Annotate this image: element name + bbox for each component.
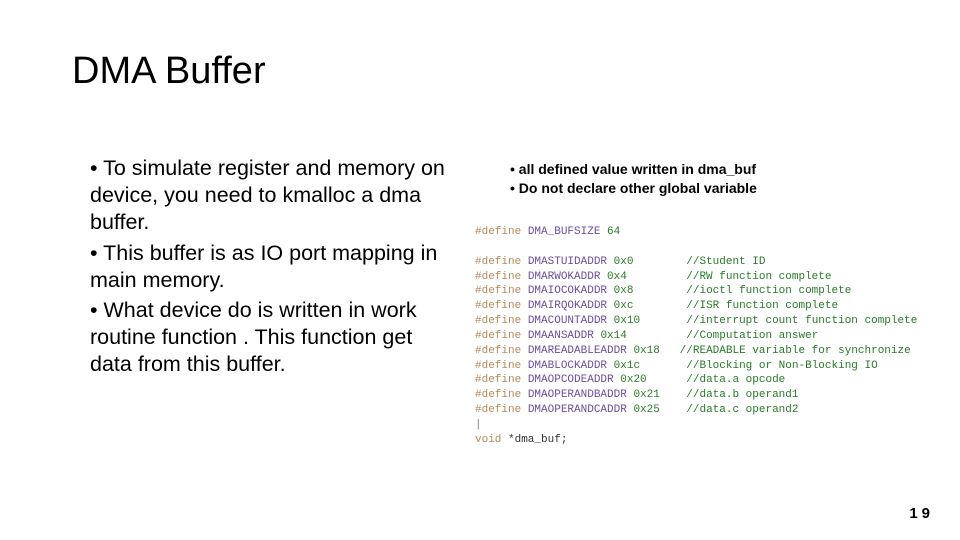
code-keyword: #define <box>475 256 521 268</box>
code-macro: DMABLOCKADDR <box>521 360 607 372</box>
slide: DMA Buffer • To simulate register and me… <box>0 0 960 540</box>
code-comment: //RW function complete <box>627 271 832 283</box>
code-number: 0x8 <box>607 285 633 297</box>
code-type: void <box>475 434 501 446</box>
code-comment: //ioctl function complete <box>633 285 851 297</box>
bullet-item: • What device do is written in work rout… <box>90 297 450 378</box>
note-item: all defined value written in dma_buf <box>510 160 910 179</box>
code-macro: DMAOPERANDCADDR <box>521 404 627 416</box>
code-keyword: #define <box>475 345 521 357</box>
code-keyword: #define <box>475 315 521 327</box>
code-identifier: *dma_buf; <box>501 434 567 446</box>
bullet-text: What device do is written in work routin… <box>90 298 417 376</box>
code-keyword: #define <box>475 226 521 238</box>
slide-title: DMA Buffer <box>72 50 266 93</box>
code-macro: DMA_BUFSIZE <box>521 226 600 238</box>
code-macro: DMAANSADDR <box>521 330 594 342</box>
code-number: 0x25 <box>627 404 660 416</box>
code-number: 0xc <box>607 300 633 312</box>
code-comment: //data.b operand1 <box>660 389 799 401</box>
bullet-item: • This buffer is as IO port mapping in m… <box>90 240 450 294</box>
code-number: 0x20 <box>614 374 647 386</box>
bullet-text: To simulate register and memory on devic… <box>90 156 445 234</box>
code-number: 0x10 <box>607 315 640 327</box>
bullet-item: • To simulate register and memory on dev… <box>90 155 450 236</box>
code-comment: //data.a opcode <box>647 374 786 386</box>
page-number: 19 <box>909 505 934 522</box>
code-number: 0x0 <box>607 256 633 268</box>
code-number: 0x1c <box>607 360 640 372</box>
code-macro: DMARWOKADDR <box>521 271 600 283</box>
code-comment: //Blocking or Non-Blocking IO <box>640 360 878 372</box>
code-comment: //ISR function complete <box>633 300 838 312</box>
code-macro: DMASTUIDADDR <box>521 256 607 268</box>
code-comment: //Student ID <box>633 256 765 268</box>
code-keyword: #define <box>475 360 521 372</box>
code-number: 0x18 <box>627 345 660 357</box>
code-keyword: #define <box>475 404 521 416</box>
code-macro: DMAIOCOKADDR <box>521 285 607 297</box>
left-column: • To simulate register and memory on dev… <box>90 155 450 382</box>
code-macro: DMACOUNTADDR <box>521 315 607 327</box>
code-comment: //interrupt count function complete <box>640 315 917 327</box>
code-number: 0x4 <box>600 271 626 283</box>
code-comment: //READABLE variable for synchronize <box>660 345 911 357</box>
code-keyword: #define <box>475 330 521 342</box>
code-comment: //Computation answer <box>627 330 818 342</box>
code-keyword: #define <box>475 285 521 297</box>
code-number: 0x14 <box>594 330 627 342</box>
code-keyword: #define <box>475 300 521 312</box>
code-block: #define DMA_BUFSIZE 64 #define DMASTUIDA… <box>475 225 935 448</box>
note-item: Do not declare other global variable <box>510 179 910 198</box>
code-macro: DMAREADABLEADDR <box>521 345 627 357</box>
code-macro: DMAOPERANDBADDR <box>521 389 627 401</box>
code-number: 64 <box>600 226 620 238</box>
code-keyword: #define <box>475 271 521 283</box>
right-notes: all defined value written in dma_buf Do … <box>510 160 910 198</box>
code-keyword: #define <box>475 389 521 401</box>
bullet-text: This buffer is as IO port mapping in mai… <box>90 241 437 292</box>
code-comment: //data.c operand2 <box>660 404 799 416</box>
code-number: 0x21 <box>627 389 660 401</box>
code-macro: DMAIRQOKADDR <box>521 300 607 312</box>
code-macro: DMAOPCODEADDR <box>521 374 613 386</box>
code-keyword: #define <box>475 374 521 386</box>
